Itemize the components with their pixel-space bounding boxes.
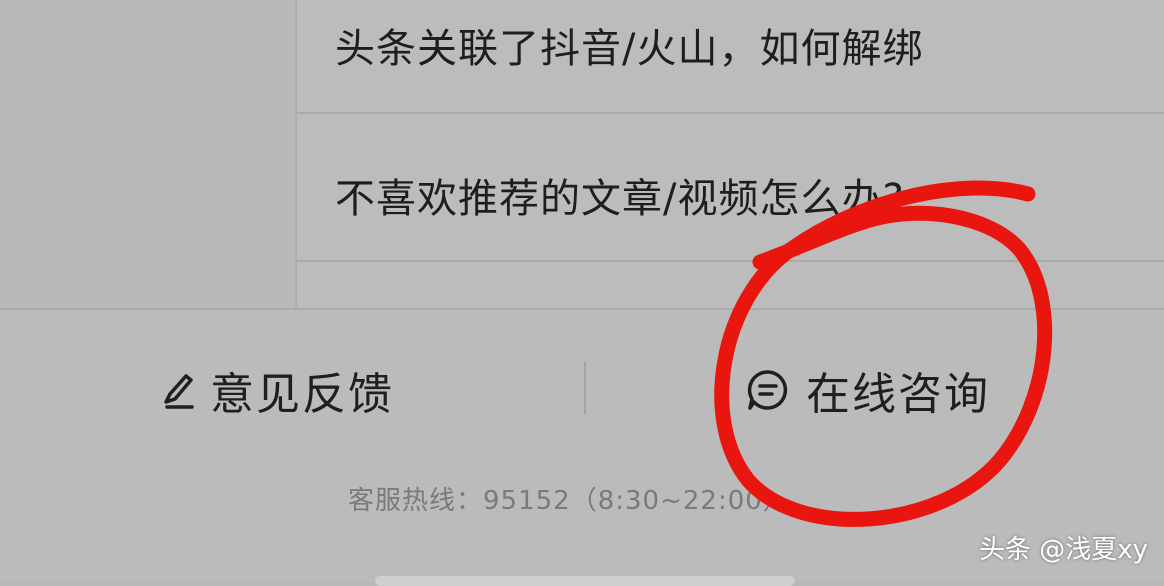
- online-consult-button[interactable]: 在线咨询: [744, 360, 990, 420]
- feedback-label: 意见反馈: [210, 369, 394, 420]
- faq-item[interactable]: 头条关联了抖音/火山，如何解绑: [297, 0, 1164, 114]
- home-indicator: [375, 576, 795, 586]
- watermark: 头条 @浅夏xy: [978, 535, 1148, 565]
- chat-bubble-icon: [744, 366, 792, 414]
- faq-item-label: 不喜欢推荐的文章/视频怎么办?: [335, 176, 905, 222]
- faq-item-label: 头条关联了抖音/火山，如何解绑: [335, 26, 924, 72]
- customer-service-hotline: 客服热线：95152（8:30~22:00）: [348, 486, 790, 516]
- online-consult-label: 在线咨询: [806, 369, 990, 420]
- faq-item[interactable]: 不喜欢推荐的文章/视频怎么办?: [297, 114, 1164, 262]
- faq-list: 头条关联了抖音/火山，如何解绑 不喜欢推荐的文章/视频怎么办?: [295, 0, 1164, 308]
- sidebar-blank-area: [0, 0, 295, 308]
- action-divider: [584, 362, 586, 414]
- feedback-button[interactable]: 意见反馈: [160, 360, 394, 420]
- pencil-icon: [160, 370, 196, 410]
